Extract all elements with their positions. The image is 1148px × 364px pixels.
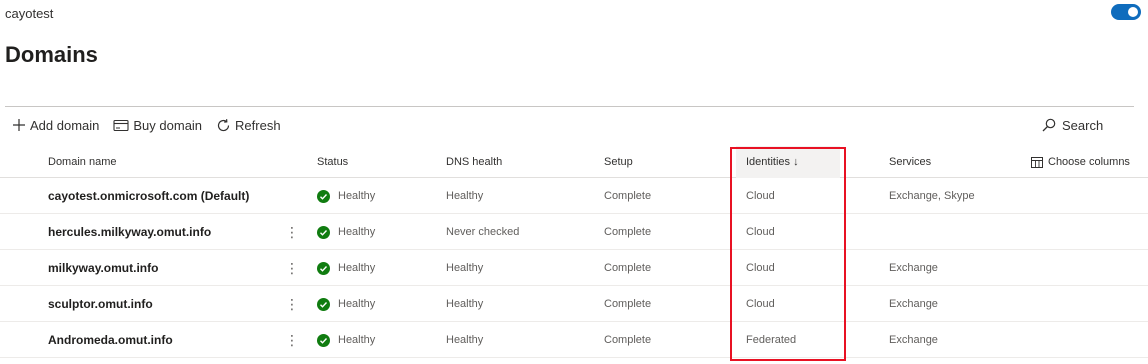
domain-name-cell[interactable]: cayotest.onmicrosoft.com (Default): [48, 178, 249, 214]
identities-cell: Federated: [746, 334, 797, 346]
dns-health-cell: Never checked: [446, 226, 520, 238]
search-icon: [1042, 118, 1056, 132]
toggle-knob: [1128, 7, 1138, 17]
table-row[interactable]: hercules.milkyway.omut.info ⋮ Healthy Ne…: [0, 214, 1148, 250]
column-header-services[interactable]: Services: [889, 146, 931, 178]
status-text: Healthy: [338, 298, 376, 310]
services-cell: Exchange: [889, 298, 938, 310]
status-cell: Healthy: [317, 322, 375, 358]
refresh-icon: [216, 118, 231, 133]
domain-name-cell[interactable]: milkyway.omut.info: [48, 250, 158, 286]
checkmark-icon: [317, 189, 330, 203]
dns-health-cell: Healthy: [446, 262, 484, 274]
table-header: Domain name Status DNS health Setup Iden…: [0, 146, 1148, 178]
column-header-identities[interactable]: Identities ↓: [736, 146, 840, 178]
search-label: Search: [1062, 117, 1104, 133]
identities-cell: Cloud: [746, 298, 775, 310]
table-row[interactable]: sculptor.omut.info ⋮ Healthy Healthy Com…: [0, 286, 1148, 322]
services-cell: Exchange, Skype: [889, 190, 975, 202]
status-cell: Healthy: [317, 214, 375, 250]
toggle-switch[interactable]: [1111, 4, 1141, 20]
refresh-button[interactable]: Refresh: [216, 118, 281, 133]
more-options-icon[interactable]: ⋮: [285, 250, 299, 286]
column-header-domain-name[interactable]: Domain name: [48, 146, 116, 178]
dns-health-cell: Healthy: [446, 190, 484, 202]
table-row[interactable]: cayotest.onmicrosoft.com (Default) Healt…: [0, 178, 1148, 214]
column-header-setup[interactable]: Setup: [604, 146, 633, 178]
table-row[interactable]: milkyway.omut.info ⋮ Healthy Healthy Com…: [0, 250, 1148, 286]
checkmark-icon: [317, 261, 330, 275]
setup-cell: Complete: [604, 334, 652, 346]
services-cell: Exchange: [889, 334, 938, 346]
buy-domain-button[interactable]: Buy domain: [113, 118, 202, 133]
setup-cell: Complete: [604, 262, 652, 274]
domain-name-cell[interactable]: sculptor.omut.info: [48, 286, 153, 322]
status-text: Healthy: [338, 190, 376, 202]
buy-domain-label: Buy domain: [133, 117, 203, 133]
dns-health-cell: Healthy: [446, 298, 484, 310]
status-text: Healthy: [338, 262, 376, 274]
status-text: Healthy: [338, 334, 376, 346]
column-header-status[interactable]: Status: [317, 146, 348, 178]
add-domain-button[interactable]: Add domain: [12, 118, 99, 133]
identities-cell: Cloud: [746, 226, 775, 238]
more-options-icon[interactable]: ⋮: [285, 322, 299, 358]
tenant-name: cayotest: [5, 6, 54, 21]
refresh-label: Refresh: [235, 117, 281, 133]
status-cell: Healthy: [317, 250, 375, 286]
choose-columns-label: Choose columns: [1048, 156, 1130, 168]
more-options-icon[interactable]: ⋮: [285, 214, 299, 250]
status-cell: Healthy: [317, 178, 375, 214]
credit-card-icon: [113, 119, 129, 132]
more-options-icon[interactable]: ⋮: [285, 286, 299, 322]
checkmark-icon: [317, 225, 330, 239]
setup-cell: Complete: [604, 190, 652, 202]
identities-cell: Cloud: [746, 190, 775, 202]
services-cell: Exchange: [889, 262, 938, 274]
domain-name-cell[interactable]: hercules.milkyway.omut.info: [48, 214, 211, 250]
status-cell: Healthy: [317, 286, 375, 322]
setup-cell: Complete: [604, 226, 652, 238]
divider: [5, 106, 1134, 107]
columns-icon: [1031, 156, 1043, 168]
page-title: Domains: [5, 42, 98, 67]
dns-health-cell: Healthy: [446, 334, 484, 346]
checkmark-icon: [317, 333, 330, 347]
setup-cell: Complete: [604, 298, 652, 310]
search-button[interactable]: Search: [1042, 115, 1103, 135]
status-text: Healthy: [338, 226, 376, 238]
column-header-dns-health[interactable]: DNS health: [446, 146, 502, 178]
toolbar: Add domain Buy domain Refresh: [12, 115, 295, 135]
checkmark-icon: [317, 297, 330, 311]
identities-cell: Cloud: [746, 262, 775, 274]
table-row[interactable]: Andromeda.omut.info ⋮ Healthy Healthy Co…: [0, 322, 1148, 358]
domains-table: Domain name Status DNS health Setup Iden…: [0, 146, 1148, 358]
choose-columns-button[interactable]: Choose columns: [1031, 146, 1130, 178]
add-domain-label: Add domain: [30, 117, 100, 133]
domain-name-cell[interactable]: Andromeda.omut.info: [48, 322, 173, 358]
plus-icon: [12, 118, 26, 132]
